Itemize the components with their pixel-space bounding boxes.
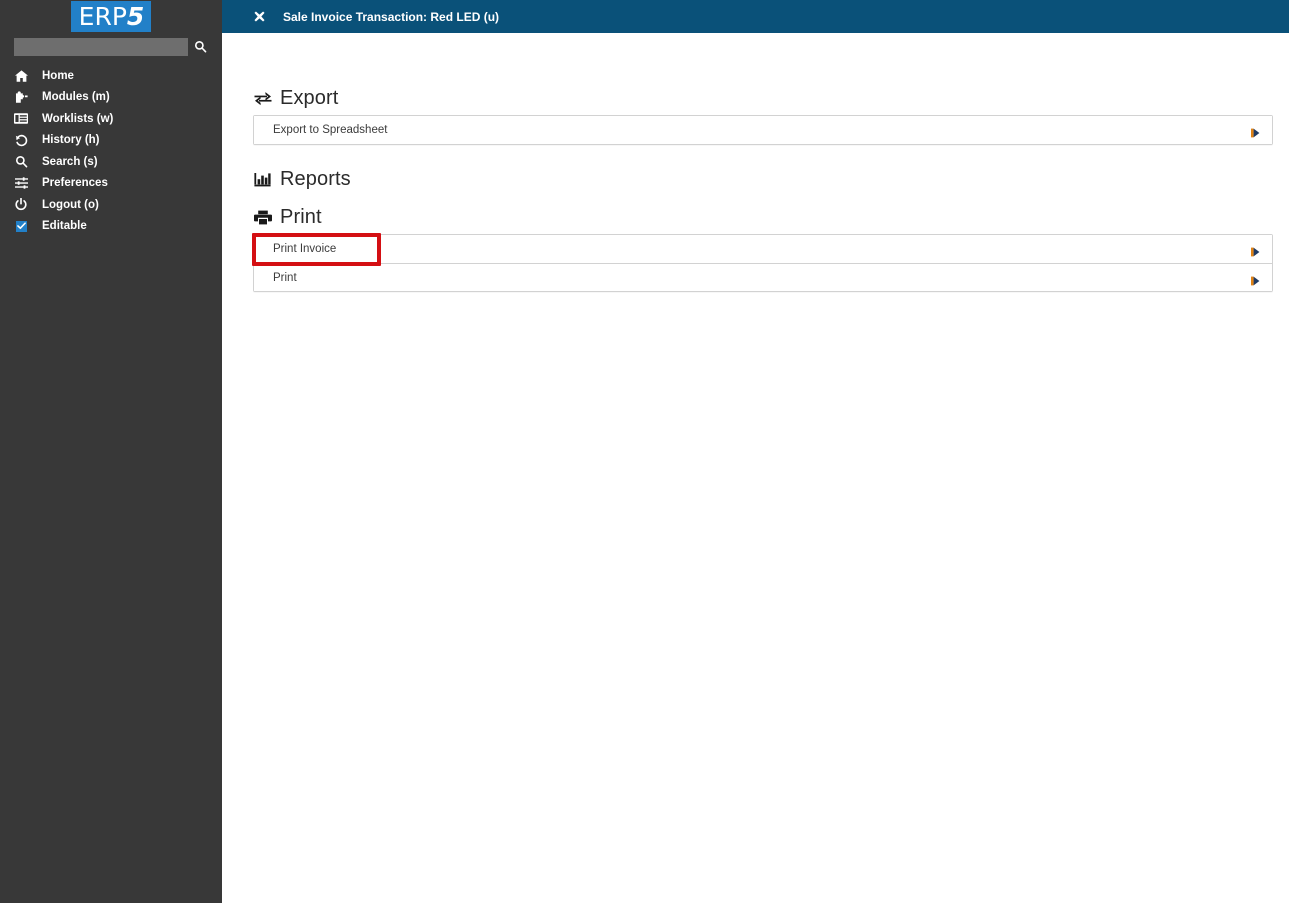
sidebar-item-preferences[interactable]: Preferences [0, 173, 222, 195]
sidebar-search-row [0, 34, 222, 58]
sidebar-item-label: Home [42, 69, 74, 82]
section-header-export: Export [253, 87, 1273, 109]
sidebar-item-label: Logout (o) [42, 198, 99, 211]
print-actions-group: Print Invoice Print [253, 234, 1273, 292]
worklist-icon [11, 113, 31, 124]
sidebar-item-worklists[interactable]: Worklists (w) [0, 108, 222, 130]
page-header: Sale Invoice Transaction: Red LED (u) [222, 0, 1289, 33]
history-icon [11, 134, 31, 147]
sidebar-item-label: History (h) [42, 134, 100, 147]
puzzle-piece-icon [11, 91, 31, 103]
close-icon[interactable] [252, 10, 266, 24]
sidebar-item-label: Worklists (w) [42, 112, 114, 125]
erp5-logo[interactable]: ERP5 [0, 0, 222, 34]
sidebar: ERP5 Home Modules (m) Worklists (w) Hist… [0, 0, 222, 903]
sliders-icon [11, 177, 31, 189]
bar-chart-icon [253, 170, 272, 189]
play-right-icon [1251, 273, 1260, 285]
search-icon[interactable] [190, 37, 210, 57]
sidebar-item-history[interactable]: History (h) [0, 130, 222, 152]
section-header-reports: Reports [253, 168, 1273, 190]
logo-text-suffix: 5 [126, 2, 145, 31]
sidebar-item-home[interactable]: Home [0, 65, 222, 87]
erp5-application: ERP5 Home Modules (m) Worklists (w) Hist… [0, 0, 1289, 903]
page-title: Sale Invoice Transaction: Red LED (u) [283, 9, 500, 24]
sidebar-item-label: Search (s) [42, 155, 98, 168]
play-right-icon [1251, 244, 1260, 257]
action-print-invoice[interactable]: Print Invoice [254, 235, 1272, 263]
sidebar-item-label: Modules (m) [42, 91, 110, 104]
section-header-print: Print [253, 206, 1273, 228]
sidebar-item-label: Editable [42, 220, 87, 233]
search-icon [11, 155, 31, 168]
sidebar-item-logout[interactable]: Logout (o) [0, 194, 222, 216]
action-label: Export to Spreadsheet [273, 124, 388, 136]
section-title: Reports [280, 168, 351, 190]
main-content: Export Export to Spreadsheet Reports Pri… [222, 33, 1289, 903]
printer-icon [253, 208, 272, 227]
sidebar-item-search[interactable]: Search (s) [0, 151, 222, 173]
home-icon [11, 70, 31, 82]
sidebar-item-editable[interactable]: Editable [0, 216, 222, 238]
sidebar-item-modules[interactable]: Modules (m) [0, 87, 222, 109]
exchange-arrows-icon [253, 89, 272, 108]
section-title: Export [280, 87, 339, 109]
action-print[interactable]: Print [254, 263, 1272, 291]
sidebar-item-label: Preferences [42, 177, 108, 190]
search-input[interactable] [14, 37, 188, 56]
checkbox-checked-icon[interactable] [11, 220, 31, 232]
sidebar-nav: Home Modules (m) Worklists (w) History (… [0, 65, 222, 237]
power-icon [11, 198, 31, 211]
logo-text-prefix: ERP [78, 2, 127, 31]
section-title: Print [280, 206, 322, 228]
play-right-icon [1251, 125, 1260, 138]
export-actions-group: Export to Spreadsheet [253, 115, 1273, 145]
action-label: Print [273, 271, 297, 284]
action-export-to-spreadsheet[interactable]: Export to Spreadsheet [254, 116, 1272, 144]
action-label: Print Invoice [273, 243, 337, 255]
